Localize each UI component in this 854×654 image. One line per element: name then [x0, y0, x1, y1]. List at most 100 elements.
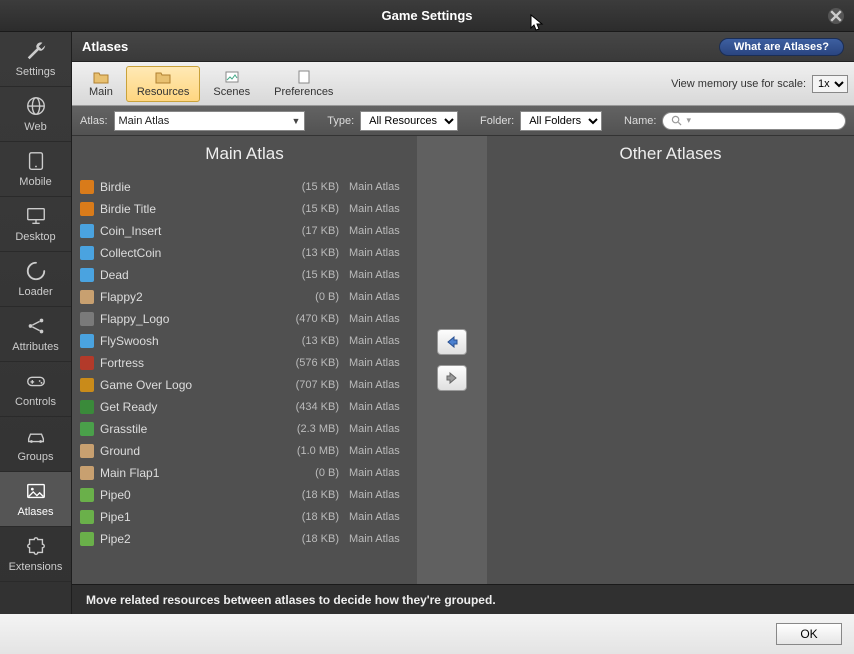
- resource-icon: [80, 246, 94, 260]
- memory-label: View memory use for scale:: [671, 78, 806, 90]
- loading-icon: [25, 260, 47, 282]
- share-icon: [25, 315, 47, 337]
- resource-row[interactable]: Ground(1.0 MB)Main Atlas: [78, 440, 411, 462]
- resource-row[interactable]: CollectCoin(13 KB)Main Atlas: [78, 242, 411, 264]
- car-icon: [25, 425, 47, 447]
- resource-atlas: Main Atlas: [339, 247, 409, 259]
- resource-icon: [80, 422, 94, 436]
- move-right-button[interactable]: [437, 365, 467, 391]
- resource-name: Birdie: [100, 180, 274, 194]
- chevron-down-icon: ▾: [686, 115, 691, 126]
- resource-size: (18 KB): [274, 511, 339, 523]
- atlas-select[interactable]: Main Atlas ▼: [114, 111, 306, 131]
- resource-icon: [80, 488, 94, 502]
- resource-row[interactable]: Grasstile(2.3 MB)Main Atlas: [78, 418, 411, 440]
- other-list[interactable]: [487, 172, 854, 584]
- resource-row[interactable]: Flappy_Logo(470 KB)Main Atlas: [78, 308, 411, 330]
- titlebar: Game Settings: [0, 0, 854, 32]
- sidebar-item-extensions[interactable]: Extensions: [0, 527, 71, 582]
- memory-scale-select[interactable]: 1x: [812, 75, 848, 93]
- resource-row[interactable]: Birdie Title(15 KB)Main Atlas: [78, 198, 411, 220]
- resource-row[interactable]: Coin_Insert(17 KB)Main Atlas: [78, 220, 411, 242]
- transfer-controls: [417, 136, 487, 584]
- resource-icon: [80, 400, 94, 414]
- resource-row[interactable]: Pipe2(18 KB)Main Atlas: [78, 528, 411, 550]
- resource-list[interactable]: Birdie(15 KB)Main AtlasBirdie Title(15 K…: [72, 172, 417, 584]
- toolbar: Main Resources Scenes Preferences View m…: [72, 62, 854, 106]
- sidebar-item-desktop[interactable]: Desktop: [0, 197, 71, 252]
- ok-button[interactable]: OK: [776, 623, 842, 645]
- resource-row[interactable]: Get Ready(434 KB)Main Atlas: [78, 396, 411, 418]
- move-left-button[interactable]: [437, 329, 467, 355]
- resource-name: Main Flap1: [100, 466, 274, 480]
- sidebar-item-settings[interactable]: Settings: [0, 32, 71, 87]
- type-select[interactable]: All Resources: [360, 111, 458, 131]
- resource-size: (18 KB): [274, 489, 339, 501]
- tablet-icon: [25, 150, 47, 172]
- resource-size: (434 KB): [274, 401, 339, 413]
- resource-icon: [80, 268, 94, 282]
- resource-atlas: Main Atlas: [339, 269, 409, 281]
- sidebar-item-label: Controls: [15, 396, 56, 408]
- arrow-right-icon: [445, 371, 459, 385]
- sidebar-item-groups[interactable]: Groups: [0, 417, 71, 472]
- resource-atlas: Main Atlas: [339, 335, 409, 347]
- section-title: Atlases: [82, 39, 128, 54]
- sidebar-item-web[interactable]: Web: [0, 87, 71, 142]
- resource-row[interactable]: FlySwoosh(13 KB)Main Atlas: [78, 330, 411, 352]
- resource-atlas: Main Atlas: [339, 467, 409, 479]
- arrow-left-icon: [445, 335, 459, 349]
- sidebar-item-loader[interactable]: Loader: [0, 252, 71, 307]
- tab-resources[interactable]: Resources: [126, 66, 201, 102]
- sidebar-item-controls[interactable]: Controls: [0, 362, 71, 417]
- resource-size: (0 B): [274, 291, 339, 303]
- tab-preferences[interactable]: Preferences: [263, 66, 344, 102]
- resource-name: Coin_Insert: [100, 224, 274, 238]
- resource-size: (0 B): [274, 467, 339, 479]
- resource-size: (576 KB): [274, 357, 339, 369]
- resource-icon: [80, 444, 94, 458]
- sidebar-item-label: Atlases: [17, 506, 53, 518]
- resource-row[interactable]: Birdie(15 KB)Main Atlas: [78, 176, 411, 198]
- sidebar-item-atlases[interactable]: Atlases: [0, 472, 71, 527]
- sidebar-item-label: Web: [24, 121, 46, 133]
- resource-icon: [80, 180, 94, 194]
- sidebar-item-mobile[interactable]: Mobile: [0, 142, 71, 197]
- help-button[interactable]: What are Atlases?: [719, 38, 844, 56]
- resource-atlas: Main Atlas: [339, 489, 409, 501]
- close-button[interactable]: [828, 8, 844, 24]
- page-icon: [296, 70, 312, 84]
- resource-row[interactable]: Main Flap1(0 B)Main Atlas: [78, 462, 411, 484]
- resource-icon: [80, 356, 94, 370]
- search-input[interactable]: [695, 115, 837, 127]
- resource-size: (15 KB): [274, 269, 339, 281]
- globe-icon: [25, 95, 47, 117]
- resource-atlas: Main Atlas: [339, 423, 409, 435]
- resource-row[interactable]: Pipe0(18 KB)Main Atlas: [78, 484, 411, 506]
- resource-row[interactable]: Dead(15 KB)Main Atlas: [78, 264, 411, 286]
- chevron-down-icon: ▼: [291, 116, 300, 126]
- resource-name: Pipe1: [100, 510, 274, 524]
- search-box[interactable]: ▾: [662, 112, 846, 130]
- filter-bar: Atlas: Main Atlas ▼ Type: All Resources …: [72, 106, 854, 136]
- sidebar: Settings Web Mobile Desktop Loader Attri…: [0, 32, 72, 614]
- resource-size: (707 KB): [274, 379, 339, 391]
- folder-select[interactable]: All Folders: [520, 111, 602, 131]
- tab-scenes[interactable]: Scenes: [202, 66, 261, 102]
- sidebar-item-label: Settings: [16, 66, 56, 78]
- resource-size: (1.0 MB): [274, 445, 339, 457]
- sidebar-item-label: Mobile: [19, 176, 51, 188]
- resource-row[interactable]: Game Over Logo(707 KB)Main Atlas: [78, 374, 411, 396]
- tab-main[interactable]: Main: [78, 66, 124, 102]
- footer-note: Move related resources between atlases t…: [72, 584, 854, 614]
- close-icon: [828, 8, 844, 24]
- resource-atlas: Main Atlas: [339, 401, 409, 413]
- tab-label: Main: [89, 86, 113, 98]
- atlas-label: Atlas:: [80, 115, 108, 127]
- resource-row[interactable]: Fortress(576 KB)Main Atlas: [78, 352, 411, 374]
- resource-row[interactable]: Pipe1(18 KB)Main Atlas: [78, 506, 411, 528]
- resource-row[interactable]: Flappy2(0 B)Main Atlas: [78, 286, 411, 308]
- resource-icon: [80, 224, 94, 238]
- sidebar-item-attributes[interactable]: Attributes: [0, 307, 71, 362]
- section-header: Atlases What are Atlases?: [72, 32, 854, 62]
